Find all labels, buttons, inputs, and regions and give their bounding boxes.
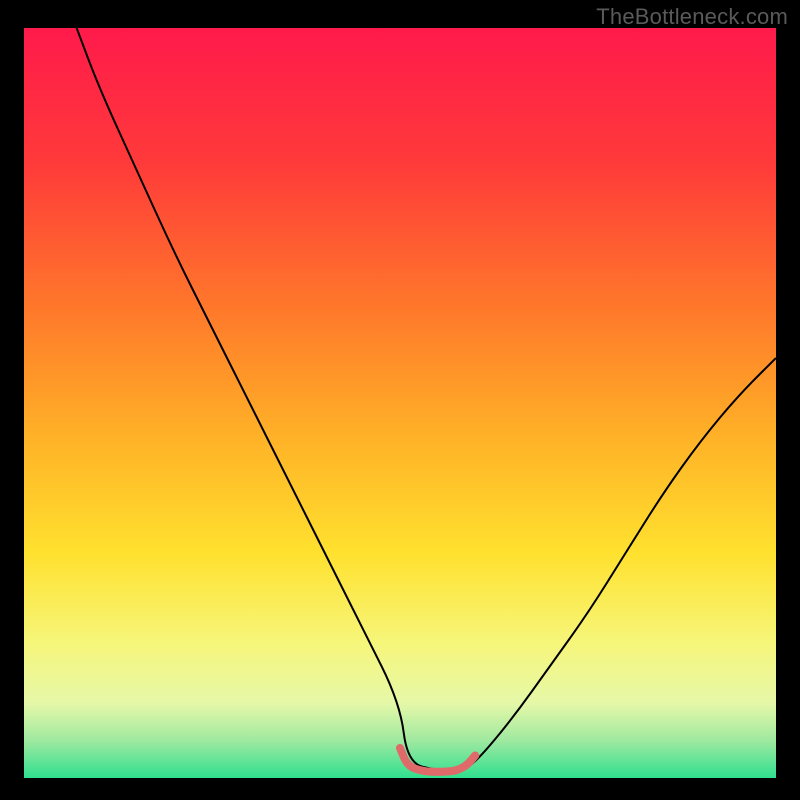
chart-frame: TheBottleneck.com — [0, 0, 800, 800]
plot-svg — [24, 28, 776, 778]
watermark-text: TheBottleneck.com — [596, 4, 788, 30]
gradient-background — [24, 28, 776, 778]
plot-area — [24, 28, 776, 778]
